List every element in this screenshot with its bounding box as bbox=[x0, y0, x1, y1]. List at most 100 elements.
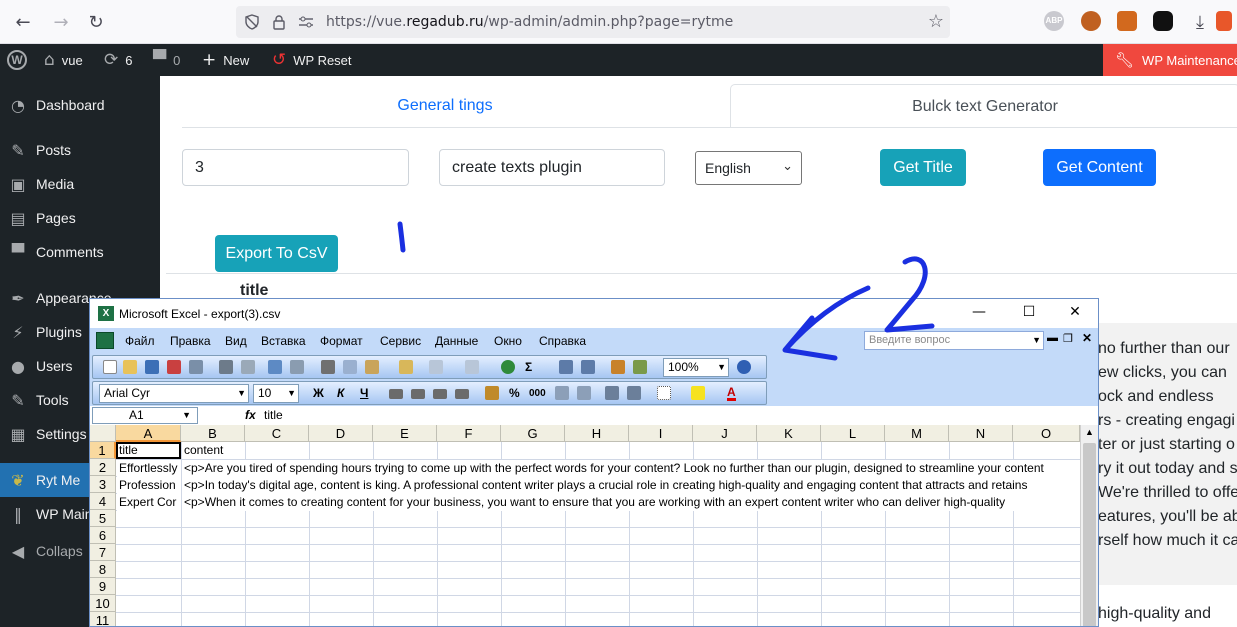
undo-icon[interactable] bbox=[429, 360, 443, 374]
underline-button[interactable]: Ч bbox=[360, 386, 368, 400]
gear-extension-icon[interactable] bbox=[1117, 11, 1137, 31]
autosum-icon[interactable]: Σ bbox=[525, 360, 532, 374]
sort-descending-icon[interactable] bbox=[581, 360, 595, 374]
increase-decimal-icon[interactable] bbox=[555, 386, 569, 400]
permissions-icon[interactable] bbox=[298, 15, 314, 29]
menu-format[interactable]: Формат bbox=[320, 334, 363, 348]
cell-a3[interactable]: Profession bbox=[117, 477, 181, 494]
updates-menu[interactable]: ⟳ 6 bbox=[104, 44, 132, 76]
site-name-menu[interactable]: ⌂ vue bbox=[44, 44, 83, 76]
column-header-g[interactable]: G bbox=[501, 425, 565, 442]
cell-a4[interactable]: Expert Cor bbox=[117, 494, 181, 511]
close-icon[interactable]: ✕ bbox=[1065, 304, 1085, 322]
address-bar[interactable]: https://vue.regadub.ru/wp-admin/admin.ph… bbox=[236, 6, 950, 38]
get-title-button[interactable]: Get Title bbox=[880, 149, 966, 186]
zoom-select[interactable]: 100% ▼ bbox=[663, 358, 729, 377]
hyperlink-icon[interactable] bbox=[501, 360, 515, 374]
excel-title-bar[interactable]: X Microsoft Excel - export(3).csv — ☐ ✕ bbox=[90, 299, 1098, 328]
font-size-select[interactable]: 10 ▼ bbox=[253, 384, 299, 403]
back-icon[interactable]: ← bbox=[10, 9, 36, 35]
permission-icon[interactable] bbox=[167, 360, 181, 374]
cookie-extension-icon[interactable] bbox=[1081, 11, 1101, 31]
column-header-h[interactable]: H bbox=[565, 425, 629, 442]
column-header-o[interactable]: O bbox=[1013, 425, 1080, 442]
decrease-indent-icon[interactable] bbox=[605, 386, 619, 400]
column-header-m[interactable]: M bbox=[885, 425, 949, 442]
doc-minimize-icon[interactable]: ▬ bbox=[1047, 332, 1058, 344]
lock-icon[interactable] bbox=[272, 14, 286, 30]
download-icon[interactable]: ⤓ bbox=[1187, 9, 1213, 35]
name-box[interactable]: A1 ▼ bbox=[92, 407, 198, 424]
bookmark-star-icon[interactable]: ☆ bbox=[928, 11, 944, 32]
document-icon[interactable] bbox=[96, 332, 114, 349]
wp-logo-menu[interactable]: W bbox=[7, 44, 27, 76]
row-header[interactable]: 5 bbox=[90, 510, 116, 527]
tracking-shield-icon[interactable] bbox=[244, 14, 260, 30]
row-header[interactable]: 8 bbox=[90, 561, 116, 578]
language-select[interactable]: English ⌄ bbox=[695, 151, 802, 185]
firefox-account-icon[interactable] bbox=[1216, 11, 1232, 31]
print-icon[interactable] bbox=[219, 360, 233, 374]
column-header-e[interactable]: E bbox=[373, 425, 437, 442]
forward-icon[interactable]: → bbox=[48, 9, 74, 35]
fill-color-icon[interactable] bbox=[691, 386, 705, 400]
research-icon[interactable] bbox=[290, 360, 304, 374]
scrollbar-thumb[interactable] bbox=[1083, 443, 1096, 626]
help-icon[interactable] bbox=[737, 360, 751, 374]
sidebar-item-posts[interactable]: ✎ Posts bbox=[0, 133, 160, 167]
adblock-extension-icon[interactable]: ABP bbox=[1044, 11, 1064, 31]
column-header-c[interactable]: C bbox=[245, 425, 309, 442]
sidebar-item-comments[interactable]: ▀ Comments bbox=[0, 235, 160, 269]
row-header[interactable]: 2 bbox=[90, 459, 116, 476]
merge-center-icon[interactable] bbox=[455, 389, 469, 399]
menu-data[interactable]: Данные bbox=[435, 334, 478, 348]
comments-menu[interactable]: ▀ 0 bbox=[153, 44, 180, 76]
align-center-icon[interactable] bbox=[411, 389, 425, 399]
thousands-separator-icon[interactable]: 000 bbox=[529, 388, 546, 399]
new-content-menu[interactable]: + New bbox=[202, 44, 249, 76]
vertical-scrollbar[interactable]: ▲ bbox=[1080, 425, 1098, 626]
copy-icon[interactable] bbox=[343, 360, 357, 374]
row-header[interactable]: 4 bbox=[90, 493, 116, 510]
url-text[interactable]: https://vue.regadub.ru/wp-admin/admin.ph… bbox=[326, 14, 733, 30]
insert-function-icon[interactable]: fx bbox=[245, 408, 256, 422]
cell-b1[interactable]: content bbox=[182, 442, 242, 459]
chart-wizard-icon[interactable] bbox=[611, 360, 625, 374]
row-header[interactable]: 6 bbox=[90, 527, 116, 544]
count-input[interactable]: 3 bbox=[182, 149, 409, 186]
menu-tools[interactable]: Сервис bbox=[380, 334, 421, 348]
wp-reset-menu[interactable]: ↺ WP Reset bbox=[272, 44, 352, 76]
column-header-i[interactable]: I bbox=[629, 425, 693, 442]
column-header-d[interactable]: D bbox=[309, 425, 373, 442]
export-csv-button[interactable]: Export To CsV bbox=[215, 235, 338, 272]
formula-input[interactable]: title bbox=[264, 408, 283, 422]
column-header-l[interactable]: L bbox=[821, 425, 885, 442]
menu-file[interactable]: Файл bbox=[125, 334, 155, 348]
sidebar-item-dashboard[interactable]: ◔ Dashboard bbox=[0, 88, 160, 122]
email-icon[interactable] bbox=[189, 360, 203, 374]
maximize-icon[interactable]: ☐ bbox=[1019, 304, 1039, 322]
redo-icon[interactable] bbox=[465, 360, 479, 374]
decrease-decimal-icon[interactable] bbox=[577, 386, 591, 400]
sort-ascending-icon[interactable] bbox=[559, 360, 573, 374]
help-question-input[interactable]: Введите вопрос ▼ bbox=[864, 331, 1044, 350]
column-header-k[interactable]: K bbox=[757, 425, 821, 442]
sidebar-item-pages[interactable]: ▤ Pages bbox=[0, 201, 160, 235]
increase-indent-icon[interactable] bbox=[627, 386, 641, 400]
cell-b2[interactable]: <p>Are you tired of spending hours tryin… bbox=[182, 460, 1080, 477]
font-color-icon[interactable]: A bbox=[727, 386, 736, 401]
bold-button[interactable]: Ж bbox=[313, 386, 324, 400]
menu-window[interactable]: Окно bbox=[494, 334, 522, 348]
percent-icon[interactable]: % bbox=[509, 386, 520, 400]
menu-view[interactable]: Вид bbox=[225, 334, 247, 348]
tab-bulk-text-generator[interactable]: Bulck text Generator bbox=[730, 84, 1237, 128]
borders-icon[interactable] bbox=[657, 386, 671, 400]
reload-icon[interactable]: ↻ bbox=[83, 9, 109, 35]
cell-b3[interactable]: <p>In today's digital age, content is ki… bbox=[182, 477, 1080, 494]
cell-b4[interactable]: <p>When it comes to creating content for… bbox=[182, 494, 1080, 511]
get-content-button[interactable]: Get Content bbox=[1043, 149, 1156, 186]
row-header[interactable]: 9 bbox=[90, 578, 116, 595]
column-header-b[interactable]: B bbox=[181, 425, 245, 442]
row-header[interactable]: 11 bbox=[90, 612, 116, 626]
row-header[interactable]: 1 bbox=[90, 442, 116, 459]
